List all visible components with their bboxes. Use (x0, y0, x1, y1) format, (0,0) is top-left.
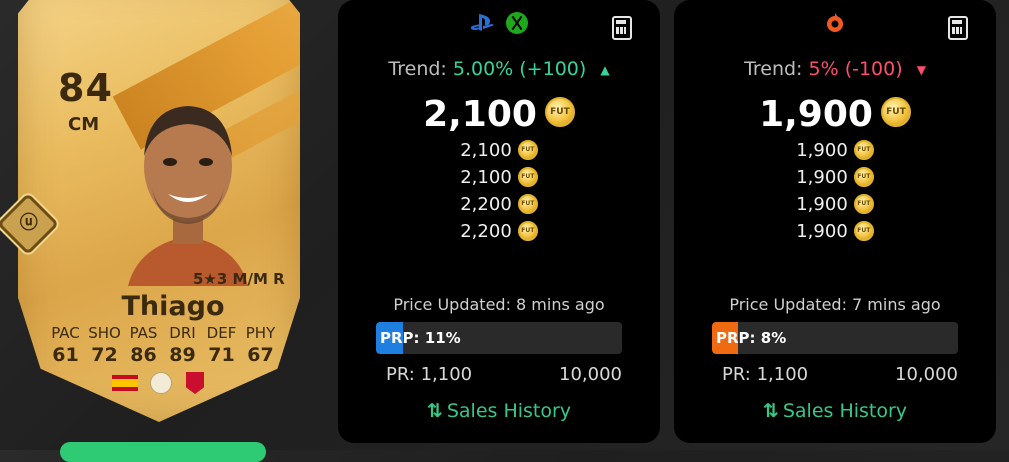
player-name: Thiago (121, 291, 225, 322)
price-range: PR: 1,100 10,000 (386, 364, 622, 385)
spain-flag-icon (112, 375, 138, 391)
prp-bar: PRP: 8% (712, 322, 958, 354)
trend-value: 5% (-100) (808, 58, 903, 80)
price-list: 1,900 FUT 1,900 FUT 1,900 FUT 1,900 FUT (674, 139, 996, 248)
player-card[interactable]: 84 CM ⓤ 5★3 M/M R Thiago PAC 61 SHO 72 PAS 86… (0, 0, 320, 450)
pr-max: 10,000 (895, 364, 958, 385)
xbox-icon (505, 12, 528, 34)
coin-icon: FUT (517, 220, 538, 241)
coin-icon: FUT (517, 193, 538, 214)
list-item: 2,100 FUT (338, 166, 660, 194)
coin-icon: FUT (517, 166, 538, 187)
list-item: 1,900 FUT (674, 166, 996, 194)
trend-label: Trend: (744, 58, 803, 80)
trend-down-icon: ▼ (916, 62, 926, 77)
pr-min: PR: 1,100 (386, 364, 473, 385)
sales-history-label: Sales History (782, 400, 908, 422)
sort-icon: ⇅ (426, 400, 443, 422)
list-item: 2,200 FUT (338, 193, 660, 221)
list-item: 2,100 FUT (338, 139, 660, 167)
main-price: 1,900 FUT (674, 94, 996, 135)
prp-text: PRP: 8% (716, 329, 787, 347)
trend-value: 5.00% (+100) (452, 58, 587, 80)
list-item: 1,900 FUT (674, 193, 996, 221)
console-price-panel: Trend: 5.00% (+100) ▲ 2,100 FUT 2,100 FUT … (338, 0, 660, 443)
calculator-icon[interactable] (948, 16, 968, 40)
coin-icon: FUT (853, 139, 874, 160)
list-item: 1,900 FUT (674, 220, 996, 248)
trend-label: Trend: (388, 58, 447, 80)
coin-icon: FUT (544, 97, 575, 127)
sales-history-link[interactable]: ⇅ Sales History (338, 400, 660, 422)
player-rating: 84 (58, 66, 113, 110)
player-position: CM (68, 114, 100, 135)
pc-price-panel: Trend: 5% (-100) ▼ 1,900 FUT 1,900 FUT 1,9… (674, 0, 996, 443)
stat-pac: PAC 61 (51, 324, 80, 366)
origin-icon (827, 13, 843, 32)
trend-line: Trend: 5% (-100) ▼ (674, 58, 996, 80)
pr-min: PR: 1,100 (722, 364, 809, 385)
price-range: PR: 1,100 10,000 (722, 364, 958, 385)
coin-icon: FUT (853, 166, 874, 187)
player-photo (128, 106, 248, 286)
player-stats: PAC 61 SHO 72 PAS 86 DRI 89 DEF 71 PHY 67 (46, 324, 286, 366)
price-list: 2,100 FUT 2,100 FUT 2,200 FUT 2,200 FUT (338, 139, 660, 248)
coin-icon: FUT (517, 139, 538, 160)
liverpool-crest-icon (186, 372, 204, 394)
price-updated-text: Price Updated: 8 mins ago (393, 295, 605, 314)
price-updated-text: Price Updated: 7 mins ago (729, 295, 941, 314)
sales-history-label: Sales History (446, 400, 572, 422)
coin-icon: FUT (853, 193, 874, 214)
main-price-value: 2,100 (423, 94, 537, 135)
calculator-icon[interactable] (612, 16, 632, 40)
main-price-value: 1,900 (759, 94, 873, 135)
playstation-icon (471, 14, 494, 31)
coin-icon: FUT (853, 220, 874, 241)
stat-def: DEF 71 (206, 324, 237, 366)
stat-sho: SHO 72 (88, 324, 121, 366)
stat-phy: PHY 67 (245, 324, 276, 366)
pr-max: 10,000 (559, 364, 622, 385)
stat-pas: PAS 86 (129, 324, 158, 366)
player-badges (112, 372, 212, 394)
premier-league-icon (150, 372, 172, 394)
sales-history-link[interactable]: ⇅ Sales History (674, 400, 996, 422)
skill-weak-foot-workrate: 5★3 M/M R (193, 270, 285, 288)
trend-line: Trend: 5.00% (+100) ▲ (338, 58, 660, 80)
main-price: 2,100 FUT (338, 94, 660, 135)
coin-icon: FUT (880, 97, 911, 127)
list-item: 1,900 FUT (674, 139, 996, 167)
action-button-partial[interactable] (60, 442, 266, 462)
list-item: 2,200 FUT (338, 220, 660, 248)
prp-bar: PRP: 11% (376, 322, 622, 354)
stat-dri: DRI 89 (169, 324, 196, 366)
prp-text: PRP: 11% (380, 329, 461, 347)
sort-icon: ⇅ (762, 400, 779, 422)
trend-up-icon: ▲ (600, 62, 610, 77)
